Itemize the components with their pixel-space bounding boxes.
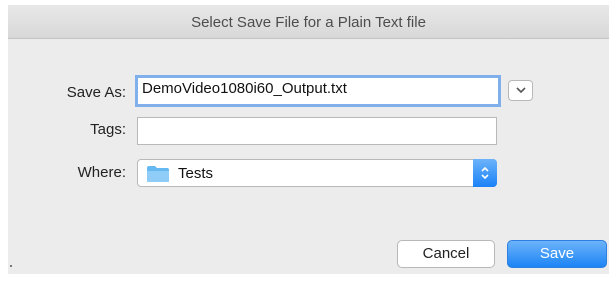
save-as-value: DemoVideo1080i60_Output.txt — [142, 80, 347, 97]
bottom-edge — [0, 274, 609, 282]
resize-mark — [10, 265, 12, 267]
chevron-down-icon — [516, 87, 526, 94]
save-as-input[interactable]: DemoVideo1080i60_Output.txt — [135, 75, 501, 107]
save-button[interactable]: Save — [507, 240, 607, 268]
popup-arrows[interactable] — [473, 159, 497, 187]
tags-label: Tags: — [90, 121, 126, 138]
left-edge — [0, 0, 8, 282]
cancel-button[interactable]: Cancel — [397, 240, 495, 268]
save-as-label: Save As: — [66, 84, 126, 101]
folder-icon — [147, 166, 169, 182]
expand-dialog-button[interactable] — [508, 80, 533, 101]
where-label: Where: — [77, 164, 126, 181]
up-down-arrows-icon — [481, 166, 489, 180]
save-dialog: Select Save File for a Plain Text file S… — [0, 0, 609, 282]
tags-input[interactable] — [137, 117, 497, 145]
where-value: Tests — [178, 165, 214, 182]
title-bar: Select Save File for a Plain Text file — [8, 5, 609, 39]
dialog-title: Select Save File for a Plain Text file — [191, 14, 426, 31]
where-popup[interactable]: Tests — [137, 159, 497, 187]
